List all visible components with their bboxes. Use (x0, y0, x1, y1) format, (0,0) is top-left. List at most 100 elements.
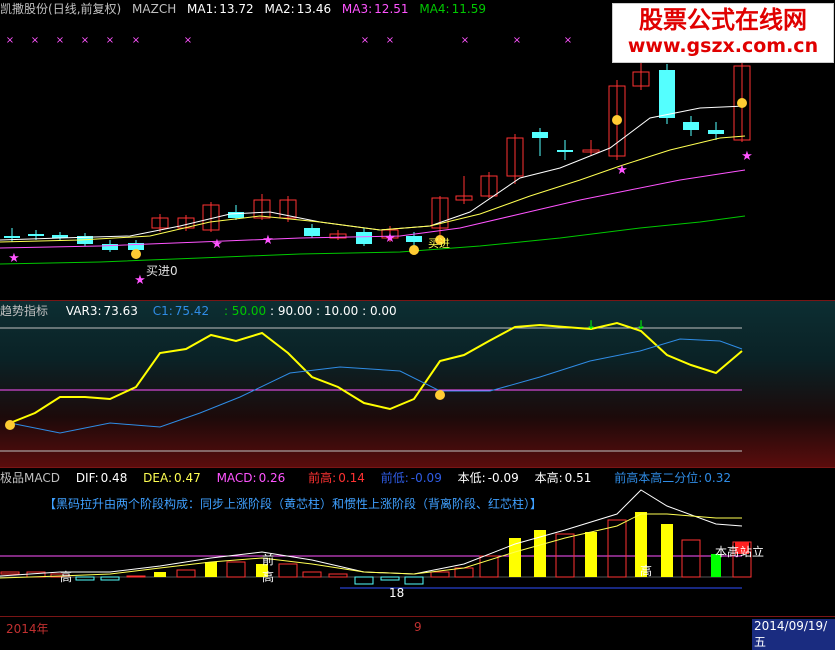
tag-18: 18 (389, 586, 405, 600)
macd-bar-yellow (154, 572, 166, 577)
x-marker: × (106, 35, 114, 46)
kline-header: 凯撒股份(日线,前复权) MAZCH MA1: 13.72 MA2: 13.46 M… (0, 0, 493, 18)
ma2-value: 13.46 (296, 2, 332, 16)
macd-bar-red (302, 571, 322, 578)
ma1-label: MA1: 13.72 (187, 2, 254, 16)
tag-zhanli: 站立 (740, 545, 765, 559)
x-marker: × (81, 35, 89, 46)
divider-1 (0, 300, 835, 301)
candle-body (28, 234, 44, 236)
watermark-url: www.gszx.com.cn (627, 35, 819, 57)
qd-label: 前低: -0.09 (380, 471, 442, 485)
star-marker: ★ (262, 233, 274, 248)
ma3-label: MA3: 12.51 (341, 2, 409, 16)
dif-label: DIF: 0.48 (75, 471, 128, 485)
dif-value: 0.48 (100, 471, 128, 485)
trend-panel[interactable]: 趋势指标 VAR3: 73.63 C1: 75.42 : 50.00 : 90.00… (0, 301, 835, 467)
bg-label: 本高: 0.51 (534, 471, 592, 485)
ma4-line (0, 215, 746, 265)
x-marker: × (31, 35, 39, 46)
candle-body (356, 232, 372, 244)
macd-label: MACD: 0.26 (216, 471, 286, 485)
candle-body (532, 132, 548, 138)
trend-chart: ↓ ↓ (0, 318, 743, 452)
indicator-name: MAZCH (132, 2, 177, 16)
macd-bar-red (328, 573, 348, 578)
ma1-value: 13.72 (219, 2, 254, 16)
time-axis[interactable]: 2014年 9 2014/09/19/五 (0, 616, 835, 650)
q2-value: 0.32 (704, 471, 731, 485)
macd-header: 极品MACD DIF: 0.48 DEA: 0.47 MACD: 0.26 前高: 0.… (0, 469, 745, 487)
star-marker: ★ (8, 251, 20, 266)
x-marker: × (564, 35, 572, 46)
buy-signal-label-2: 买进 (428, 237, 450, 250)
candle-body (683, 122, 699, 130)
x-marker: × (132, 35, 140, 46)
macd-bar-yellow (205, 562, 217, 577)
macd-bar-yellow (585, 532, 597, 577)
stock-name: 凯撒股份 (0, 2, 49, 16)
macd-title: 极品MACD (0, 471, 60, 485)
bd-value: -0.09 (487, 471, 519, 485)
dea-value: 0.47 (174, 471, 201, 485)
var3-line (9, 321, 743, 424)
macd-bar-cyan (404, 576, 424, 585)
watermark-title: 股票公式在线网 (639, 6, 807, 34)
candle-body (557, 150, 573, 152)
star-marker: ★ (384, 231, 396, 246)
x-marker: × (386, 35, 394, 46)
c1-line (9, 338, 743, 434)
c1-value: 75.42 (174, 304, 210, 318)
macd-bar-red (607, 519, 627, 578)
macd-bar-red (278, 563, 298, 578)
tag-qian: 前 (262, 553, 275, 567)
ma1-line (0, 105, 746, 241)
date-label: 2014/09/19/五 (752, 619, 835, 650)
star-marker: ★ (741, 149, 753, 164)
macd-bar-yellow (661, 524, 673, 577)
star-marker: ★ (616, 163, 628, 178)
level-90: : 90.00 (270, 304, 313, 318)
ma2-label: MA2: 13.46 (264, 2, 332, 16)
gold-ingot-icon (5, 420, 15, 430)
dea-label: DEA: 0.47 (143, 471, 201, 485)
x-marker: × (6, 35, 14, 46)
gold-ingot-icon (435, 390, 445, 400)
star-marker: ★ (134, 273, 146, 288)
gold-ingot-icon (409, 245, 419, 255)
candle-body (228, 212, 244, 218)
star-marker: ★ (211, 237, 223, 252)
ma4-value: 11.59 (451, 2, 486, 16)
q2-label: 前高本高二分位: 0.32 (614, 471, 731, 485)
var3-value: 73.63 (103, 304, 138, 318)
divider-2 (0, 467, 835, 468)
x-marker: × (56, 35, 64, 46)
dea-line (0, 513, 742, 579)
candle-body (708, 130, 724, 134)
c1-label: C1: 75.42 (152, 304, 210, 318)
macd-bar-red (681, 539, 701, 578)
macd-value: 0.26 (258, 471, 286, 485)
macd-bar-cyan (380, 576, 400, 581)
macd-banner: 【黑码拉升由两个阶段构成：同步上涨阶段（黄芯柱）和惯性上涨阶段（背离阶段、红芯柱… (44, 497, 543, 511)
x-marker: × (461, 35, 469, 46)
x-marker: × (361, 35, 369, 46)
axis-tick: 9 (414, 620, 422, 634)
gold-ingot-icon (612, 115, 622, 125)
ma3-value: 12.51 (374, 2, 409, 16)
macd-panel[interactable]: 极品MACD DIF: 0.48 DEA: 0.47 MACD: 0.26 前高: 0.… (0, 468, 835, 616)
macd-bar-cyan (354, 576, 374, 585)
tag-gao-3: 高 (640, 564, 653, 578)
level-0: : 0.00 (362, 304, 397, 318)
qd-value: -0.09 (410, 471, 442, 485)
bg-value: 0.51 (564, 471, 592, 485)
tag-gao-2: 高 (262, 570, 275, 584)
down-arrow-icon: ↓ (586, 318, 596, 332)
year-label: 2014年 (6, 622, 49, 636)
x-marker: × (184, 35, 192, 46)
macd-bar-red (430, 571, 450, 578)
qg-label: 前高: 0.14 (308, 471, 365, 485)
ma4-label: MA4: 11.59 (419, 2, 486, 16)
gold-ingot-icon (737, 98, 747, 108)
candle-body (304, 228, 320, 236)
